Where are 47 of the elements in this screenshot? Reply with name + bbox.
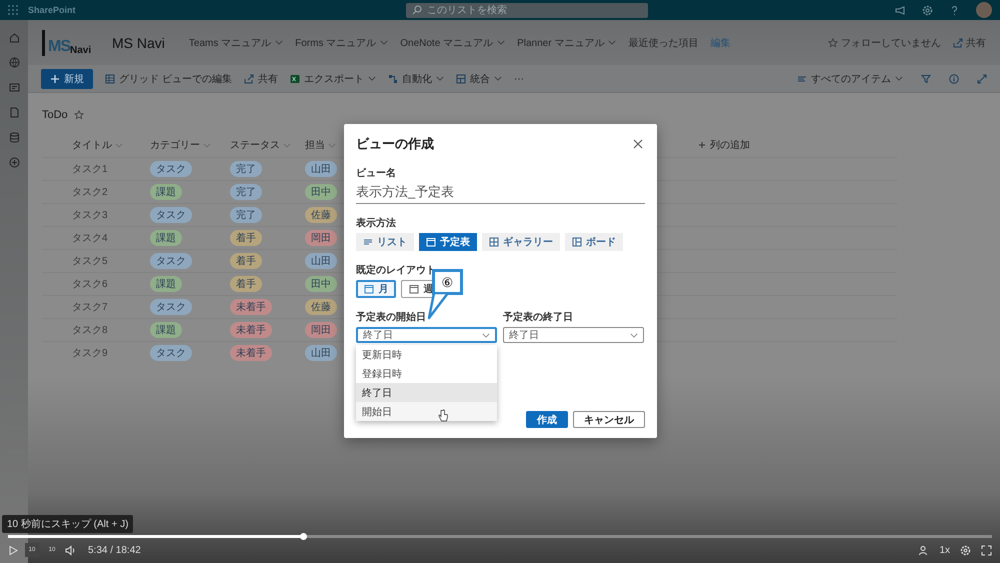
tag: 田中 [305,276,337,292]
table-cell-text: タスク9 [72,347,108,360]
table-cell-text: タスク8 [72,324,108,337]
field-label: ビュー名 [356,166,397,180]
time-display: 5:34 / 18:42 [88,544,141,556]
table-cell-text: タスク4 [72,232,108,245]
table-cell-text: タスク3 [72,209,108,222]
table-cell-text: タスク5 [72,255,108,268]
tag: 山田 [305,253,337,269]
product-name: SharePoint [28,5,77,15]
tag: 完了 [230,184,262,200]
tag: 着手 [230,276,262,292]
field-label: 表示方法 [356,216,397,230]
tag: 佐藤 [305,207,337,223]
tag: タスク [150,253,192,269]
tag: タスク [150,207,192,223]
tag: タスク [150,345,192,361]
tag: 山田 [305,161,337,177]
tag: 岡田 [305,230,337,246]
tag: 着手 [230,230,262,246]
tag: 完了 [230,207,262,223]
site-title: MS Navi [112,34,165,50]
table-cell-text: タスク2 [72,186,108,199]
table-cell-text: タスク7 [72,301,108,314]
field-label: 予定表の終了日 [503,310,574,324]
table-cell-text: タスク6 [72,278,108,291]
dialog-title: ビューの作成 [356,135,434,153]
tooltip: 10 秒前にスキップ (Alt + J) [2,515,134,533]
tag: タスク [150,161,192,177]
field-label: 予定表の開始日 [356,310,427,324]
step-callout: ⑥ [432,269,463,295]
tag: 田中 [305,184,337,200]
tag: 着手 [230,253,262,269]
tag: 岡田 [305,322,337,338]
tag: 完了 [230,161,262,177]
table-cell-text: タスク1 [72,163,108,176]
list-title: ToDo [42,109,68,121]
tag: タスク [150,299,192,315]
tag: 課題 [150,276,182,292]
tag: 課題 [150,230,182,246]
tag: 山田 [305,345,337,361]
tag: 佐藤 [305,299,337,315]
tag: 未着手 [230,299,272,315]
tag: 課題 [150,184,182,200]
tag: 未着手 [230,322,272,338]
tag: 未着手 [230,345,272,361]
tag: 課題 [150,322,182,338]
